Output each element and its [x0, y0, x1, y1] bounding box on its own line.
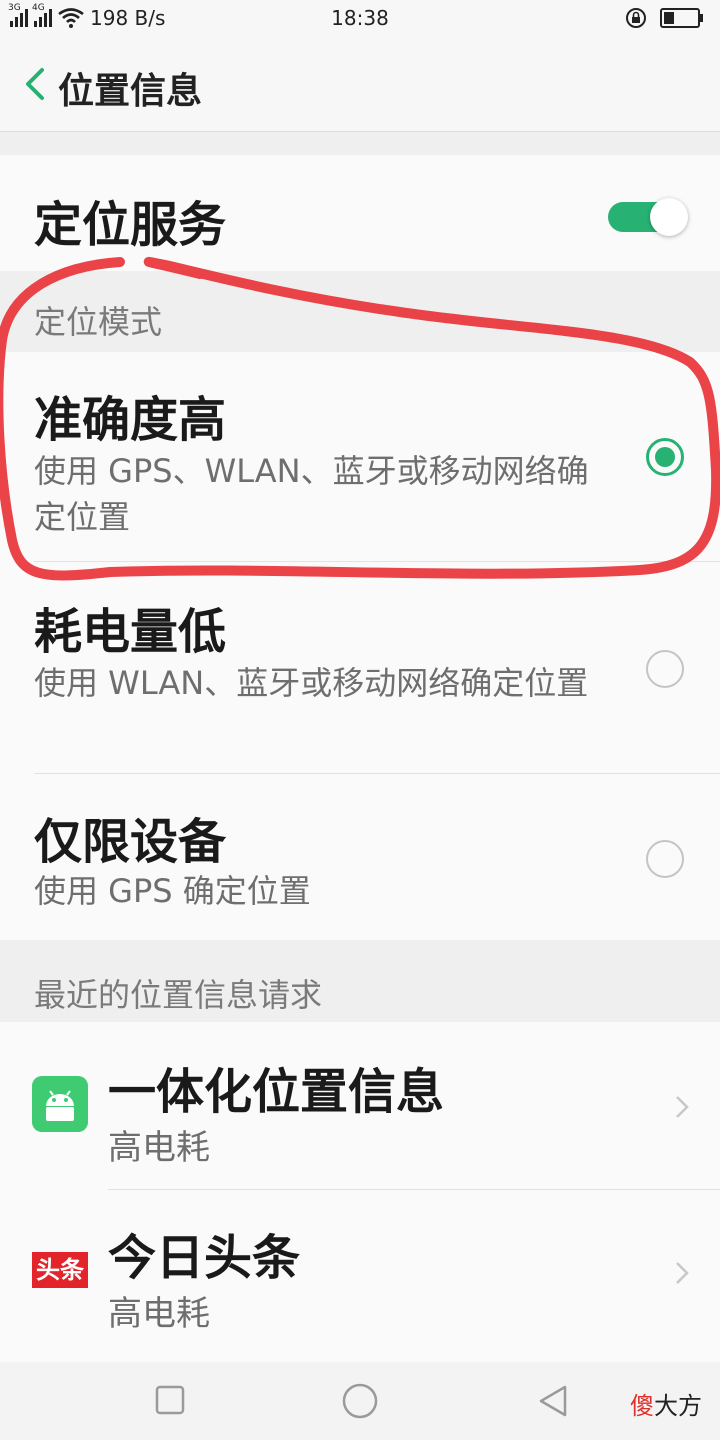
app-usage: 高电耗 [108, 1294, 210, 1334]
status-right [624, 6, 704, 30]
mode-option-list: 准确度高 使用 GPS、WLAN、蓝牙或移动网络确定位置 耗电量低 使用 WLA… [0, 352, 720, 940]
app-usage: 高电耗 [108, 1128, 210, 1168]
radio-button[interactable] [646, 840, 684, 878]
option-desc: 使用 WLAN、蓝牙或移动网络确定位置 [34, 664, 589, 702]
android-icon [32, 1076, 88, 1132]
recent-section-title: 最近的位置信息请求 [34, 976, 323, 1014]
option-battery-saving[interactable]: 耗电量低 使用 WLAN、蓝牙或移动网络确定位置 [0, 562, 720, 774]
watermark-red-text: 傻 [630, 1392, 654, 1420]
option-desc: 使用 GPS 确定位置 [34, 872, 311, 910]
toggle-knob [650, 198, 688, 236]
mode-section-title: 定位模式 [34, 303, 163, 341]
app-name: 一体化位置信息 [108, 1064, 445, 1120]
chevron-right-icon [676, 1096, 689, 1118]
recent-app-row[interactable]: 一体化位置信息 高电耗 [0, 1022, 720, 1190]
status-time: 18:38 [331, 6, 389, 30]
recent-section-header: 最近的位置信息请求 [0, 940, 720, 1022]
radio-button-selected[interactable] [646, 438, 684, 476]
battery-icon [660, 7, 704, 29]
home-icon[interactable] [341, 1382, 379, 1420]
watermark-text: 大方 [654, 1392, 702, 1420]
recent-app-row[interactable]: 头条 今日头条 高电耗 [0, 1190, 720, 1358]
location-service-label: 定位服务 [34, 197, 227, 253]
option-title: 仅限设备 [34, 814, 227, 870]
navigation-bar: 傻大方 [0, 1362, 720, 1440]
option-title: 准确度高 [34, 392, 227, 448]
status-bar: 3G 4G 198 B/s 18:38 [0, 0, 720, 38]
radio-button[interactable] [646, 650, 684, 688]
page-title: 位置信息 [58, 71, 203, 112]
recent-request-list: 一体化位置信息 高电耗 头条 今日头条 高电耗 [0, 1022, 720, 1362]
rotation-lock-icon [624, 6, 648, 30]
mode-section-header: 定位模式 [0, 271, 720, 352]
location-service-toggle[interactable] [608, 198, 688, 236]
app-name: 今日头条 [108, 1230, 301, 1286]
chevron-left-icon[interactable] [22, 66, 48, 102]
option-device-only[interactable]: 仅限设备 使用 GPS 确定位置 [0, 774, 720, 940]
chevron-right-icon [676, 1262, 689, 1284]
recent-apps-icon[interactable] [154, 1384, 186, 1416]
app-header: 位置信息 [0, 38, 720, 132]
option-title: 耗电量低 [34, 604, 227, 660]
option-desc: 使用 GPS、WLAN、蓝牙或移动网络确定位置 [34, 452, 589, 536]
toutiao-icon: 头条 [32, 1252, 88, 1288]
watermark: 傻大方 [630, 1386, 702, 1421]
option-high-accuracy[interactable]: 准确度高 使用 GPS、WLAN、蓝牙或移动网络确定位置 [0, 352, 720, 562]
back-triangle-icon[interactable] [536, 1384, 570, 1418]
